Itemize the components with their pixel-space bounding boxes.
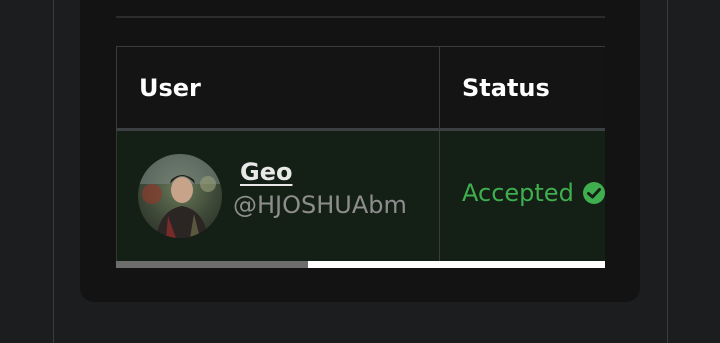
frame-divider-left bbox=[53, 0, 54, 343]
section-divider bbox=[116, 16, 605, 18]
frame-divider-right bbox=[667, 0, 668, 343]
column-header-user[interactable]: User bbox=[116, 46, 440, 131]
user-handle: @HJOSHUAbm bbox=[233, 191, 407, 219]
table-row-user-cell: Geo @HJOSHUAbm bbox=[116, 131, 440, 261]
table-row-status-cell: Accepted bbox=[440, 131, 605, 261]
users-table: User Status Geo @HJOSHUAbm Accepted bbox=[116, 46, 605, 268]
check-circle-icon bbox=[582, 181, 605, 205]
status-text: Accepted bbox=[462, 179, 574, 207]
column-header-status-label: Status bbox=[462, 74, 550, 102]
page: User Status Geo @HJOSHUAbm Accepted bbox=[0, 0, 720, 343]
column-header-user-label: User bbox=[139, 74, 201, 102]
user-name-link[interactable]: Geo bbox=[240, 158, 292, 186]
avatar[interactable] bbox=[138, 154, 222, 238]
horizontal-scrollbar[interactable] bbox=[116, 261, 605, 268]
status-badge: Accepted bbox=[462, 179, 605, 207]
column-header-status[interactable]: Status bbox=[440, 46, 605, 131]
scrollbar-thumb[interactable] bbox=[116, 261, 308, 268]
